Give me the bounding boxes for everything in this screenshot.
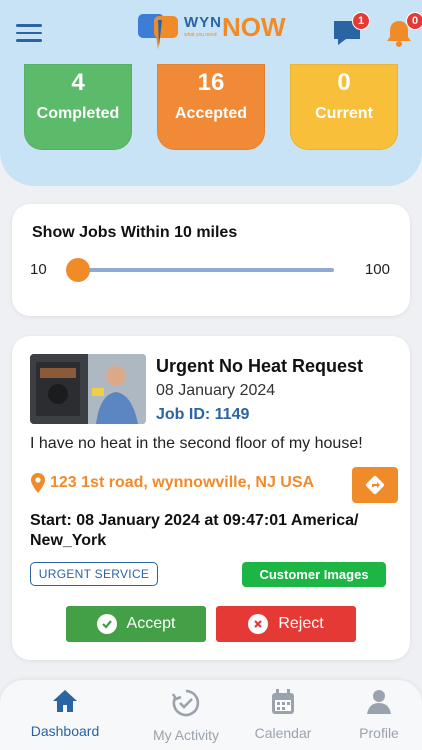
urgent-service-tag: URGENT SERVICE (30, 562, 158, 586)
accept-button[interactable]: Accept (66, 606, 206, 642)
completed-count: 4 (71, 69, 85, 96)
bottom-tab-bar: Dashboard My Activity Calendar Profile (0, 680, 422, 750)
reject-label: Reject (278, 615, 324, 632)
logo-tagline: what you need (184, 32, 217, 38)
tab-calendar[interactable]: Calendar (238, 688, 328, 741)
distance-min: 10 (30, 261, 47, 278)
check-icon (96, 614, 117, 634)
job-description: I have no heat in the second floor of my… (30, 435, 363, 452)
tab-dashboard-label: Dashboard (30, 723, 100, 739)
tab-profile[interactable]: Profile (334, 688, 422, 741)
tab-my-activity-label: My Activity (152, 727, 220, 743)
directions-icon (365, 475, 385, 495)
job-card: Urgent No Heat Request 08 January 2024 J… (12, 336, 410, 660)
location-pin-icon (31, 473, 45, 493)
tab-dashboard[interactable]: Dashboard (20, 688, 110, 739)
job-address-text: 123 1st road, wynnowville, NJ USA (50, 474, 315, 491)
tab-calendar-label: Calendar (254, 725, 312, 741)
chat-button[interactable]: 1 (332, 12, 370, 48)
profile-icon (367, 690, 391, 714)
logo: WYN NOW what you need (136, 10, 296, 54)
distance-card: Show Jobs Within 10 miles 10 100 (12, 204, 410, 316)
completed-label: Completed (36, 105, 120, 122)
job-title: Urgent No Heat Request (156, 356, 364, 376)
distance-max: 100 (364, 261, 390, 278)
current-stat[interactable]: 0 Current (290, 64, 398, 150)
job-start-time: Start: 08 January 2024 at 09:47:01 Ameri… (30, 512, 359, 549)
distance-slider-thumb[interactable] (66, 258, 90, 282)
header: WYN NOW what you need 1 0 4 Completed 16… (0, 0, 422, 186)
accepted-count: 16 (197, 69, 225, 96)
directions-button[interactable] (352, 467, 398, 503)
tab-my-activity[interactable]: My Activity (141, 688, 231, 743)
customer-images-button[interactable]: Customer Images (242, 562, 386, 587)
home-icon (53, 690, 77, 712)
distance-slider-track[interactable] (74, 268, 334, 272)
accepted-label: Accepted (174, 105, 248, 122)
activity-icon (171, 689, 200, 717)
logo-wyn: WYN (184, 14, 222, 31)
logo-now: NOW (222, 12, 286, 42)
completed-stat[interactable]: 4 Completed (24, 64, 132, 150)
calendar-icon (272, 689, 294, 714)
job-photo (30, 354, 146, 424)
job-address[interactable]: 123 1st road, wynnowville, NJ USA (30, 472, 314, 494)
reject-button[interactable]: Reject (216, 606, 356, 642)
chat-badge: 1 (352, 12, 370, 30)
menu-icon[interactable] (16, 24, 42, 42)
close-icon (248, 614, 269, 634)
job-date: 08 January 2024 (156, 382, 276, 399)
notifications-button[interactable]: 0 (386, 12, 422, 48)
distance-title: Show Jobs Within 10 miles (32, 224, 238, 241)
current-count: 0 (337, 69, 351, 96)
job-id: Job ID: 1149 (156, 406, 250, 423)
notifications-badge: 0 (406, 12, 422, 30)
tab-profile-label: Profile (359, 725, 399, 741)
accepted-stat[interactable]: 16 Accepted (157, 64, 265, 150)
accept-label: Accept (126, 615, 176, 632)
current-label: Current (315, 105, 373, 122)
